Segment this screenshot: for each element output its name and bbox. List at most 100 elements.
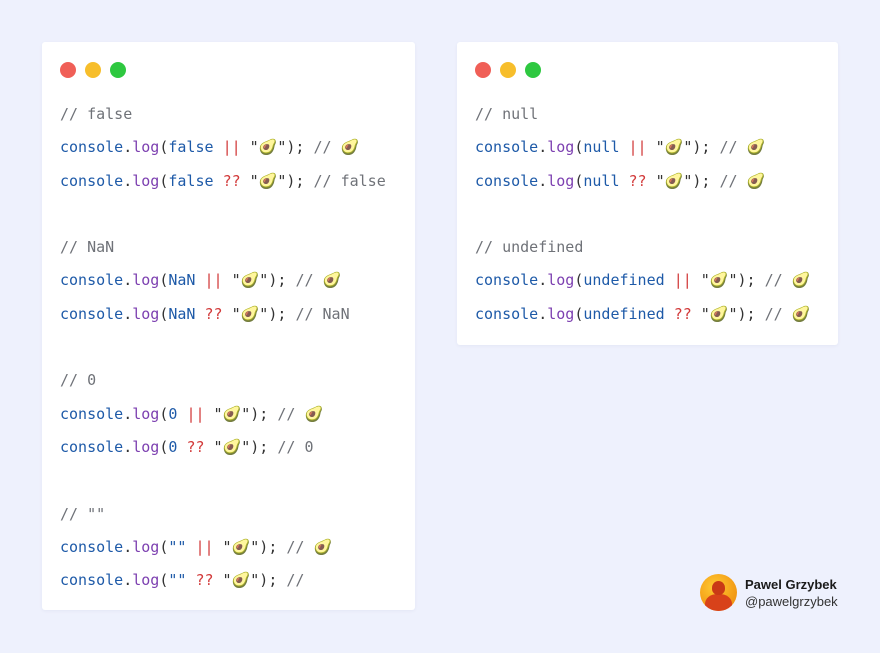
code-token-dot: . [123,537,133,556]
close-dot-icon [60,62,76,78]
code-token-log: log [132,304,160,323]
code-card-left: // false console.log(false || "🥑"); // 🥑 c… [42,42,415,610]
code-token-dot: . [123,571,133,590]
code-token-punct [620,138,629,156]
code-line: console.log(0 ?? "🥑"); // 0 [60,431,386,464]
code-line: console.log(NaN ?? "🥑"); // NaN [60,298,386,331]
code-block-left: // false console.log(false || "🥑"); // 🥑 c… [60,98,386,597]
code-token-op: || [186,404,205,423]
code-token-kw: "" [168,571,187,590]
code-token-console: console [60,304,124,323]
code-token-str: "🥑"); [240,138,314,157]
code-token-comment: // 🥑 [764,304,811,323]
code-token-punct [620,172,629,190]
code-token-console: console [60,171,124,190]
code-token-dot: . [538,171,548,190]
code-token-console: console [60,571,124,590]
code-token-kw: false [168,138,214,157]
code-token-log: log [547,171,575,190]
code-token-comment: // null [475,105,539,123]
code-line: // 0 [60,364,386,397]
code-line: console.log(false || "🥑"); // 🥑 [60,131,386,164]
code-token-console: console [475,271,539,290]
code-token-op: || [195,537,214,556]
code-token-str: "🥑"); [646,138,720,157]
code-line: console.log("" ?? "🥑"); // [60,564,386,597]
code-token-comment: // 0 [60,371,97,390]
code-line: // "" [60,498,386,531]
person-avatar-icon [700,574,737,611]
code-token-op: || [673,271,692,290]
author-name: Pawel Grzybek [745,577,837,592]
code-token-dot: . [538,138,548,157]
window-controls [60,62,126,78]
code-token-console: console [475,304,539,323]
code-line: // false [60,98,386,131]
code-token-comment: // 🥑 [295,271,342,290]
code-token-dot: . [123,271,133,290]
code-token-console: console [475,138,539,157]
code-token-console: console [60,404,124,423]
close-dot-icon [475,62,491,78]
code-token-str: "🥑"); [691,271,765,290]
code-token-comment: // 🥑 [313,138,360,157]
window-controls [475,62,541,78]
code-token-log: log [547,271,575,290]
code-token-dot: . [538,271,548,290]
code-token-str: "🥑"); [204,437,278,456]
code-token-op: || [628,138,647,157]
maximize-dot-icon [110,62,126,78]
code-token-op: || [222,138,241,157]
code-line: // null [475,98,810,131]
code-token-console: console [60,271,124,290]
code-token-log: log [132,537,160,556]
code-token-comment: // 🥑 [719,171,766,190]
code-line: console.log(NaN || "🥑"); // 🥑 [60,264,386,297]
code-token-comment: // false [313,171,386,190]
code-token-str: "🥑"); [204,404,278,423]
code-line: // undefined [475,231,810,264]
code-token-console: console [60,138,124,157]
code-token-punct [195,305,204,323]
code-token-kw: "" [168,537,187,556]
maximize-dot-icon [525,62,541,78]
code-token-kw: undefined [583,304,665,323]
code-token-str: "🥑"); [646,171,720,190]
code-token-punct [214,138,223,156]
code-token-log: log [132,138,160,157]
code-line: console.log(undefined ?? "🥑"); // 🥑 [475,298,810,331]
code-token-console: console [475,171,539,190]
code-token-kw: false [168,171,214,190]
code-token-log: log [132,404,160,423]
code-token-log: log [132,437,160,456]
code-token-console: console [60,437,124,456]
code-token-kw: NaN [168,304,196,323]
code-token-op: ?? [628,171,647,190]
author-handle: @pawelgrzybek [745,594,838,609]
code-token-comment: // 🥑 [277,404,324,423]
code-token-log: log [547,304,575,323]
code-token-op: || [204,271,223,290]
code-token-kw: NaN [168,271,196,290]
code-token-dot: . [538,304,548,323]
code-token-str: "🥑"); [213,537,287,556]
code-token-comment: // 🥑 [286,537,333,556]
code-token-str: "🥑"); [691,304,765,323]
code-token-str: "🥑"); [240,171,314,190]
code-token-op: ?? [186,437,205,456]
code-token-dot: . [123,404,133,423]
code-token-comment: // [286,571,305,590]
code-token-comment: // undefined [475,238,584,257]
code-token-comment: // false [60,105,133,123]
code-token-log: log [132,271,160,290]
code-token-comment: // 🥑 [764,271,811,290]
code-card-right: // null console.log(null || "🥑"); // 🥑 con… [457,42,838,345]
code-token-log: log [132,171,160,190]
code-block-right: // null console.log(null || "🥑"); // 🥑 con… [475,98,810,331]
code-line: // NaN [60,231,386,264]
code-token-str: "🥑"); [222,304,296,323]
code-token-punct [214,172,223,190]
code-token-comment: // NaN [60,238,115,257]
